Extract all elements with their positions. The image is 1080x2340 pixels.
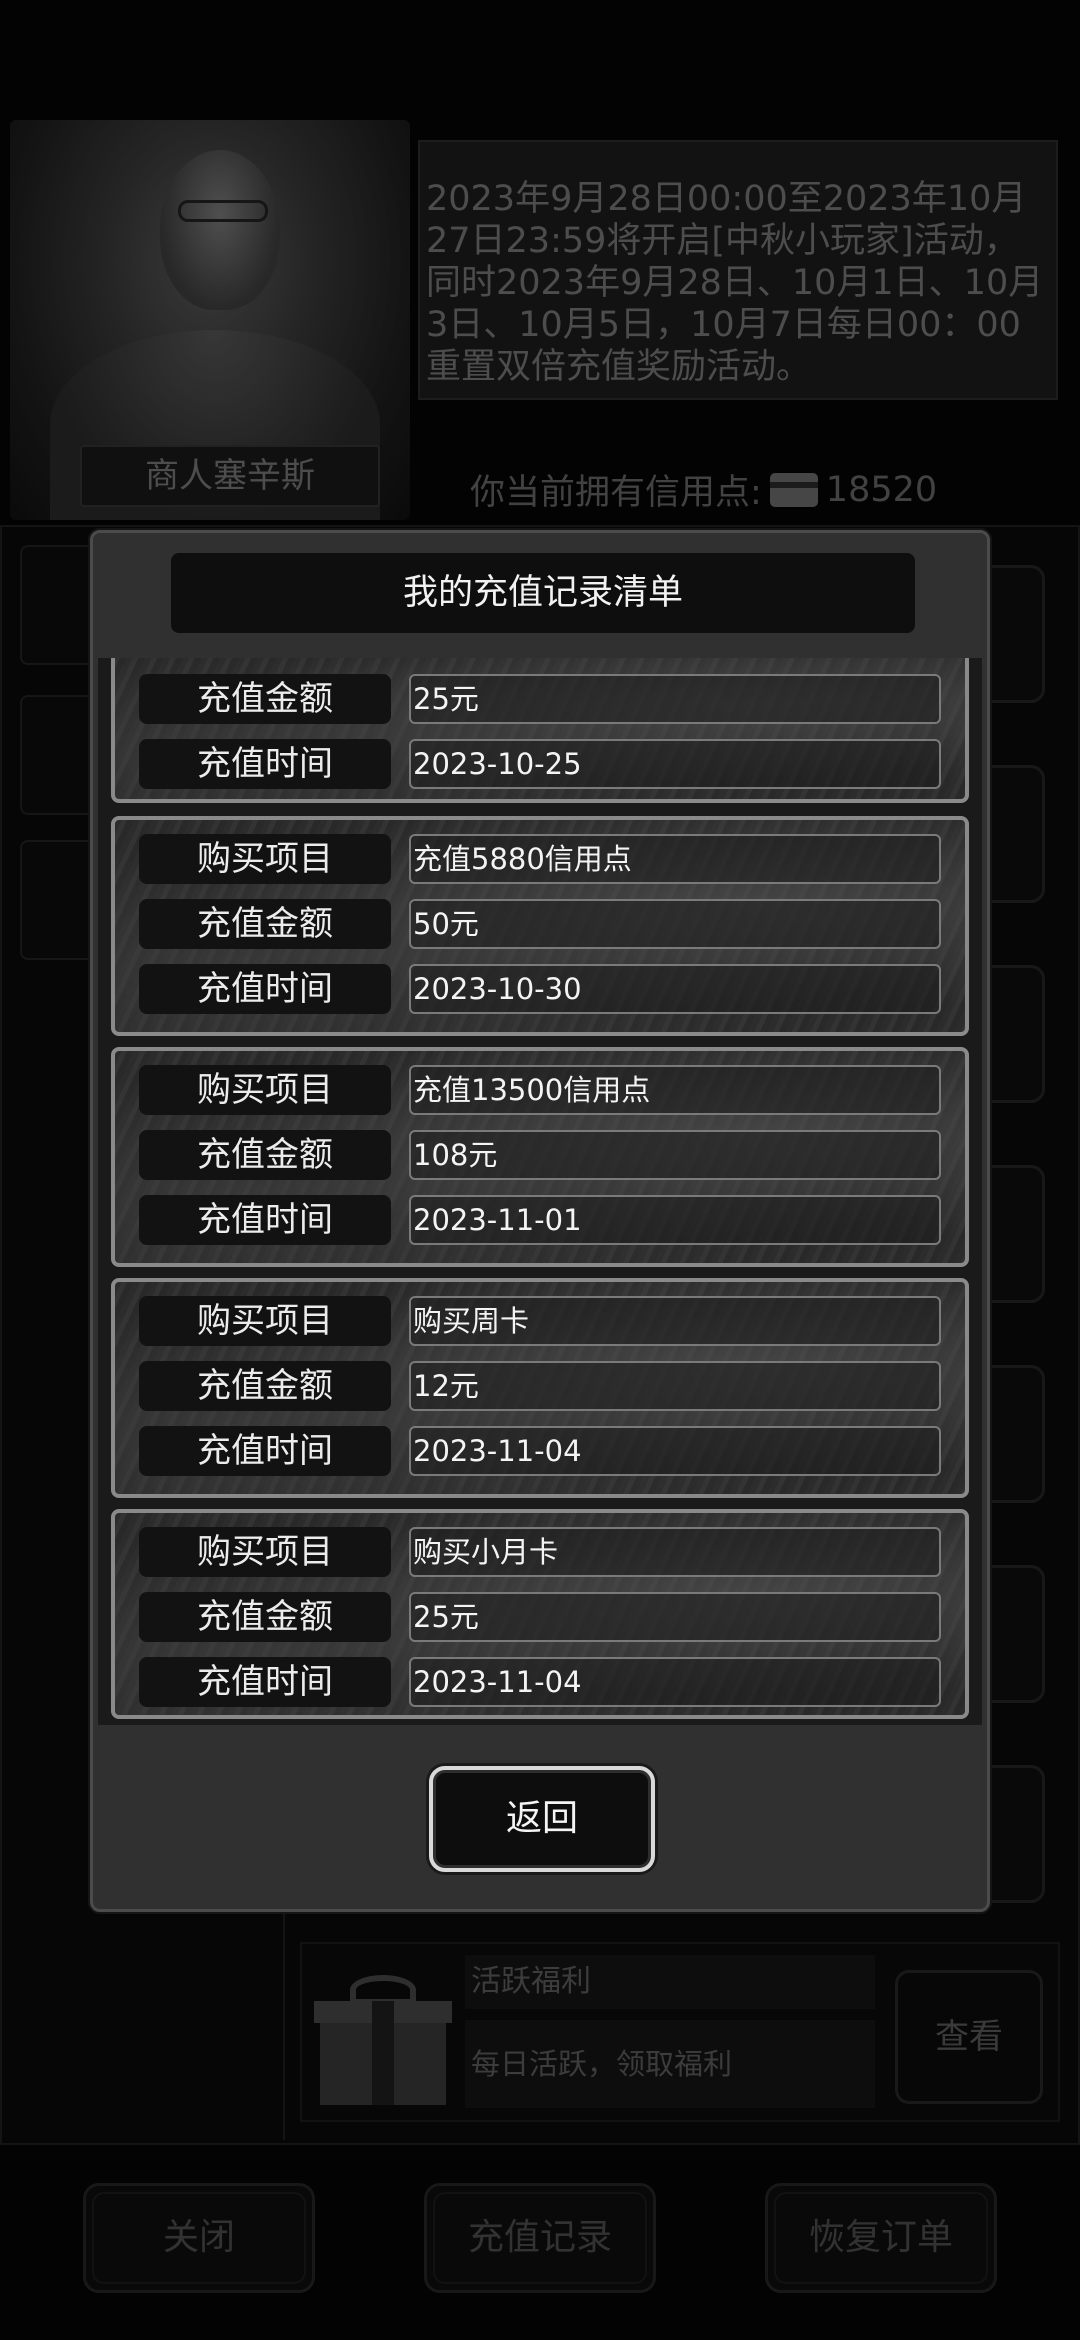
time-value: 2023-11-01 [409, 1195, 941, 1245]
amount-value: 25元 [409, 674, 941, 724]
time-label: 充值时间 [139, 964, 391, 1014]
back-button[interactable]: 返回 [429, 1766, 655, 1872]
time-value: 2023-10-25 [409, 739, 941, 789]
amount-value: 108元 [409, 1130, 941, 1180]
item-label: 购买项目 [139, 1065, 391, 1115]
time-label: 充值时间 [139, 1657, 391, 1707]
records-list[interactable]: 充值金额 25元 充值时间 2023-10-25 购买项目 充值5880信用点 … [98, 658, 982, 1725]
amount-label: 充值金额 [139, 899, 391, 949]
amount-label: 充值金额 [139, 1592, 391, 1642]
item-value: 充值5880信用点 [409, 834, 941, 884]
record-card: 购买项目 购买周卡 充值金额 12元 充值时间 2023-11-04 [111, 1278, 969, 1498]
time-value: 2023-11-04 [409, 1657, 941, 1707]
item-value: 购买小月卡 [409, 1527, 941, 1577]
amount-label: 充值金额 [139, 674, 391, 724]
item-label: 购买项目 [139, 834, 391, 884]
amount-value: 50元 [409, 899, 941, 949]
amount-label: 充值金额 [139, 1130, 391, 1180]
time-label: 充值时间 [139, 1426, 391, 1476]
amount-value: 25元 [409, 1592, 941, 1642]
item-value: 充值13500信用点 [409, 1065, 941, 1115]
time-label: 充值时间 [139, 739, 391, 789]
record-card: 充值金额 25元 充值时间 2023-10-25 [111, 658, 969, 803]
time-label: 充值时间 [139, 1195, 391, 1245]
record-card: 购买项目 充值5880信用点 充值金额 50元 充值时间 2023-10-30 [111, 816, 969, 1036]
time-value: 2023-11-04 [409, 1426, 941, 1476]
item-label: 购买项目 [139, 1296, 391, 1346]
amount-label: 充值金额 [139, 1361, 391, 1411]
amount-value: 12元 [409, 1361, 941, 1411]
recharge-records-dialog: 我的充值记录清单 充值金额 25元 充值时间 2023-10-25 购买项目 充… [90, 530, 990, 1912]
dialog-title: 我的充值记录清单 [171, 553, 915, 633]
item-value: 购买周卡 [409, 1296, 941, 1346]
record-card: 购买项目 充值13500信用点 充值金额 108元 充值时间 2023-11-0… [111, 1047, 969, 1267]
time-value: 2023-10-30 [409, 964, 941, 1014]
record-card: 购买项目 购买小月卡 充值金额 25元 充值时间 2023-11-04 [111, 1509, 969, 1719]
item-label: 购买项目 [139, 1527, 391, 1577]
